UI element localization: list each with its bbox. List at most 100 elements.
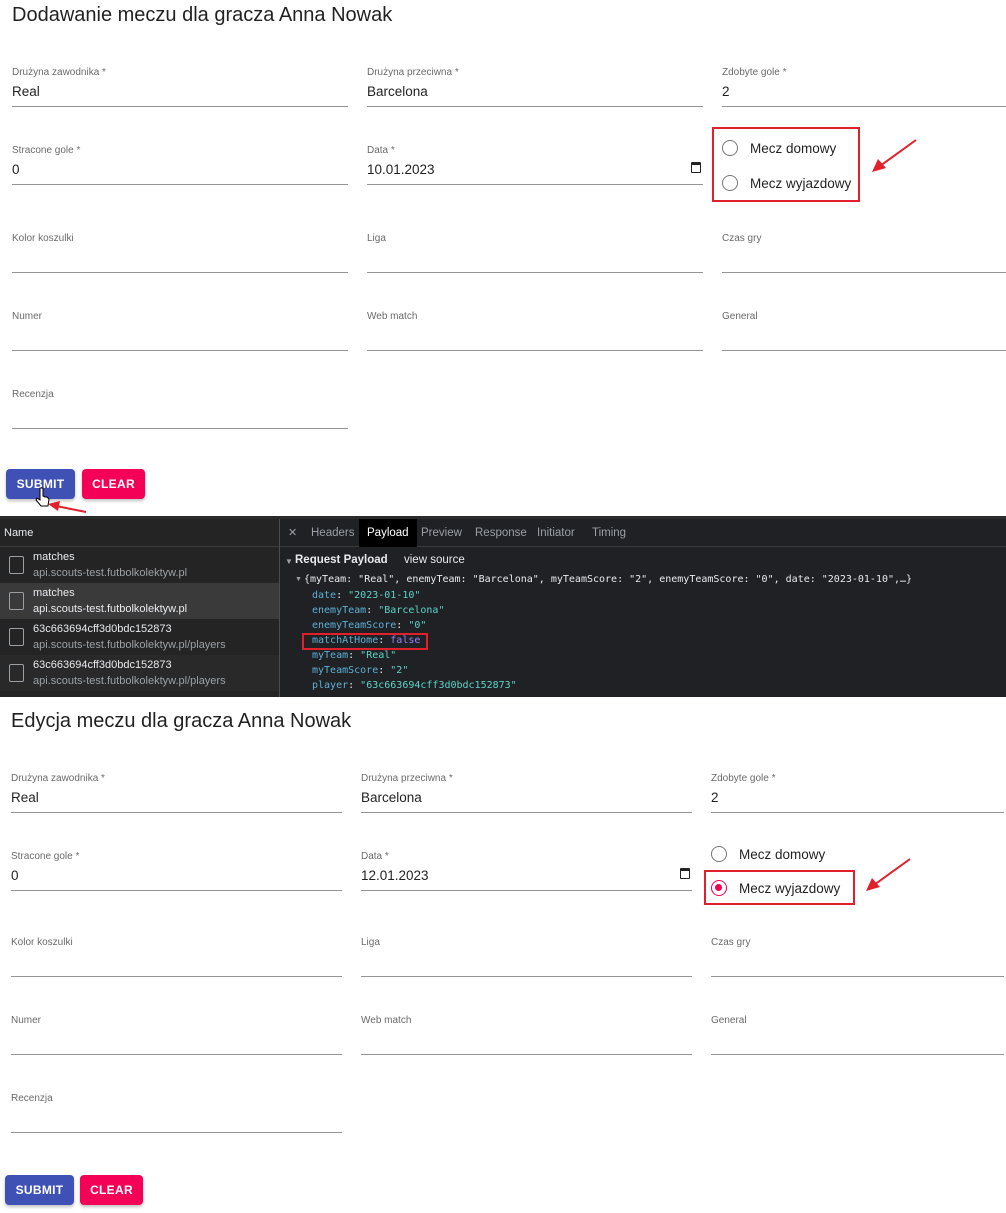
tab-initiator[interactable]: Initiator — [529, 519, 583, 547]
request-details: ✕ Headers Payload Preview Response Initi… — [280, 519, 1006, 697]
payload-entry: date: "2023-01-10" — [312, 590, 421, 601]
cursor-hand-icon — [35, 487, 87, 513]
expand-triangle-icon[interactable]: ▼ — [285, 557, 293, 566]
request-name: matches — [33, 587, 75, 599]
page-title: Edycja meczu dla gracza Anna Nowak — [11, 710, 352, 732]
field-label: General — [711, 1015, 747, 1026]
field-label: Liga — [361, 937, 380, 948]
player-team-field[interactable]: Drużyna zawodnika * Real — [12, 67, 348, 107]
name-header-label: Name — [4, 527, 34, 539]
field-label: Web match — [361, 1015, 412, 1026]
league-field[interactable]: Liga — [361, 937, 692, 977]
tab-response[interactable]: Response — [467, 519, 535, 547]
field-value: 10.01.2023 — [367, 162, 435, 177]
edit-match-form: Edycja meczu dla gracza Anna Nowak Druży… — [0, 697, 1006, 1213]
clear-button[interactable]: CLEAR — [82, 469, 145, 499]
number-field[interactable]: Numer — [12, 311, 348, 351]
tab-headers[interactable]: Headers — [303, 519, 362, 547]
goals-scored-field[interactable]: Zdobyte gole * 2 — [722, 67, 1006, 107]
name-column-header[interactable]: Name — [0, 519, 279, 547]
shirt-color-field[interactable]: Kolor koszulki — [11, 937, 342, 977]
date-field[interactable]: Data * 12.01.2023 — [361, 851, 692, 891]
entry-key: myTeam — [312, 650, 349, 661]
entry-key: myTeamScore — [312, 665, 379, 676]
field-label: Drużyna zawodnika * — [12, 67, 106, 78]
request-name: matches — [33, 551, 75, 563]
field-label: Kolor koszulki — [11, 937, 73, 948]
request-name: 63c663694cff3d0bdc152873 — [33, 623, 172, 635]
enemy-team-field[interactable]: Drużyna przeciwna * Barcelona — [361, 773, 692, 813]
tab-payload[interactable]: Payload — [359, 519, 417, 547]
calendar-icon[interactable] — [691, 162, 701, 173]
field-label: Kolor koszulki — [12, 233, 74, 244]
review-field[interactable]: Recenzja — [12, 389, 348, 429]
field-value: 2 — [711, 790, 719, 805]
general-field[interactable]: General — [711, 1015, 1004, 1055]
number-field[interactable]: Numer — [11, 1015, 342, 1055]
field-label: Numer — [12, 311, 43, 322]
expand-triangle-icon[interactable]: ▼ — [295, 576, 302, 583]
field-label: Zdobyte gole * — [711, 773, 776, 784]
calendar-icon[interactable] — [680, 868, 690, 879]
request-row-selected[interactable]: matches api.scouts-test.futbolkolektyw.p… — [0, 583, 279, 619]
file-icon — [9, 664, 24, 682]
annotation-arrow-icon — [866, 858, 911, 891]
payload-entry: myTeam: "Real" — [312, 650, 397, 661]
radio-label: Mecz domowy — [739, 846, 826, 862]
web-match-field[interactable]: Web match — [361, 1015, 692, 1055]
entry-value: "Real" — [360, 650, 397, 661]
field-label: Recenzja — [11, 1093, 53, 1104]
entry-value: "0" — [408, 620, 427, 631]
play-time-field[interactable]: Czas gry — [722, 233, 1006, 273]
field-label: Drużyna przeciwna * — [367, 67, 459, 78]
tab-preview[interactable]: Preview — [413, 519, 470, 547]
close-icon[interactable]: ✕ — [288, 526, 297, 539]
tab-timing[interactable]: Timing — [584, 519, 634, 547]
details-tabbar: ✕ Headers Payload Preview Response Initi… — [280, 519, 1006, 547]
radio-home-match[interactable]: Mecz domowy — [711, 841, 825, 867]
payload-entry: enemyTeam: "Barcelona" — [312, 605, 445, 616]
web-match-field[interactable]: Web match — [367, 311, 703, 351]
review-field[interactable]: Recenzja — [11, 1093, 342, 1133]
date-field[interactable]: Data * 10.01.2023 — [367, 145, 703, 185]
submit-button[interactable]: SUBMIT — [5, 1175, 74, 1205]
request-url: api.scouts-test.futbolkolektyw.pl/player… — [33, 675, 226, 687]
entry-value: "2023-01-10" — [348, 590, 421, 601]
radio-icon[interactable] — [711, 846, 727, 862]
payload-entry: player: "63c663694cff3d0bdc152873" — [312, 680, 517, 691]
request-row[interactable]: 63c663694cff3d0bdc152873 api.scouts-test… — [0, 655, 279, 691]
field-label: Data * — [367, 145, 395, 156]
request-name: 63c663694cff3d0bdc152873 — [33, 659, 172, 671]
file-icon — [9, 628, 24, 646]
goals-scored-field[interactable]: Zdobyte gole * 2 — [711, 773, 1004, 813]
field-value: 0 — [12, 162, 20, 177]
field-label: Stracone gole * — [12, 145, 81, 156]
request-url: api.scouts-test.futbolkolektyw.pl/player… — [33, 639, 226, 651]
field-label: Data * — [361, 851, 389, 862]
league-field[interactable]: Liga — [367, 233, 703, 273]
field-value: Real — [11, 790, 39, 805]
play-time-field[interactable]: Czas gry — [711, 937, 1004, 977]
goals-conceded-field[interactable]: Stracone gole * 0 — [11, 851, 342, 891]
request-row[interactable]: 63c663694cff3d0bdc152873 api.scouts-test… — [0, 619, 279, 655]
request-row[interactable]: matches api.scouts-test.futbolkolektyw.p… — [0, 547, 279, 583]
view-source-link[interactable]: view source — [404, 554, 465, 566]
highlight-box — [302, 633, 428, 650]
devtools-network-panel: Name matches api.scouts-test.futbolkolek… — [0, 516, 1006, 697]
field-label: Drużyna przeciwna * — [361, 773, 453, 784]
general-field[interactable]: General — [722, 311, 1006, 351]
request-list: Name matches api.scouts-test.futbolkolek… — [0, 519, 279, 697]
entry-value: "Barcelona" — [378, 605, 445, 616]
field-value: Barcelona — [367, 84, 428, 99]
entry-value: "63c663694cff3d0bdc152873" — [360, 680, 517, 691]
enemy-team-field[interactable]: Drużyna przeciwna * Barcelona — [367, 67, 703, 107]
payload-entry: myTeamScore: "2" — [312, 665, 409, 676]
goals-conceded-field[interactable]: Stracone gole * 0 — [12, 145, 348, 185]
shirt-color-field[interactable]: Kolor koszulki — [12, 233, 348, 273]
field-label: Web match — [367, 311, 418, 322]
field-value: Real — [12, 84, 40, 99]
clear-button[interactable]: CLEAR — [80, 1175, 143, 1205]
player-team-field[interactable]: Drużyna zawodnika * Real — [11, 773, 342, 813]
payload-title: Request Payload — [295, 554, 388, 566]
field-label: Numer — [11, 1015, 42, 1026]
